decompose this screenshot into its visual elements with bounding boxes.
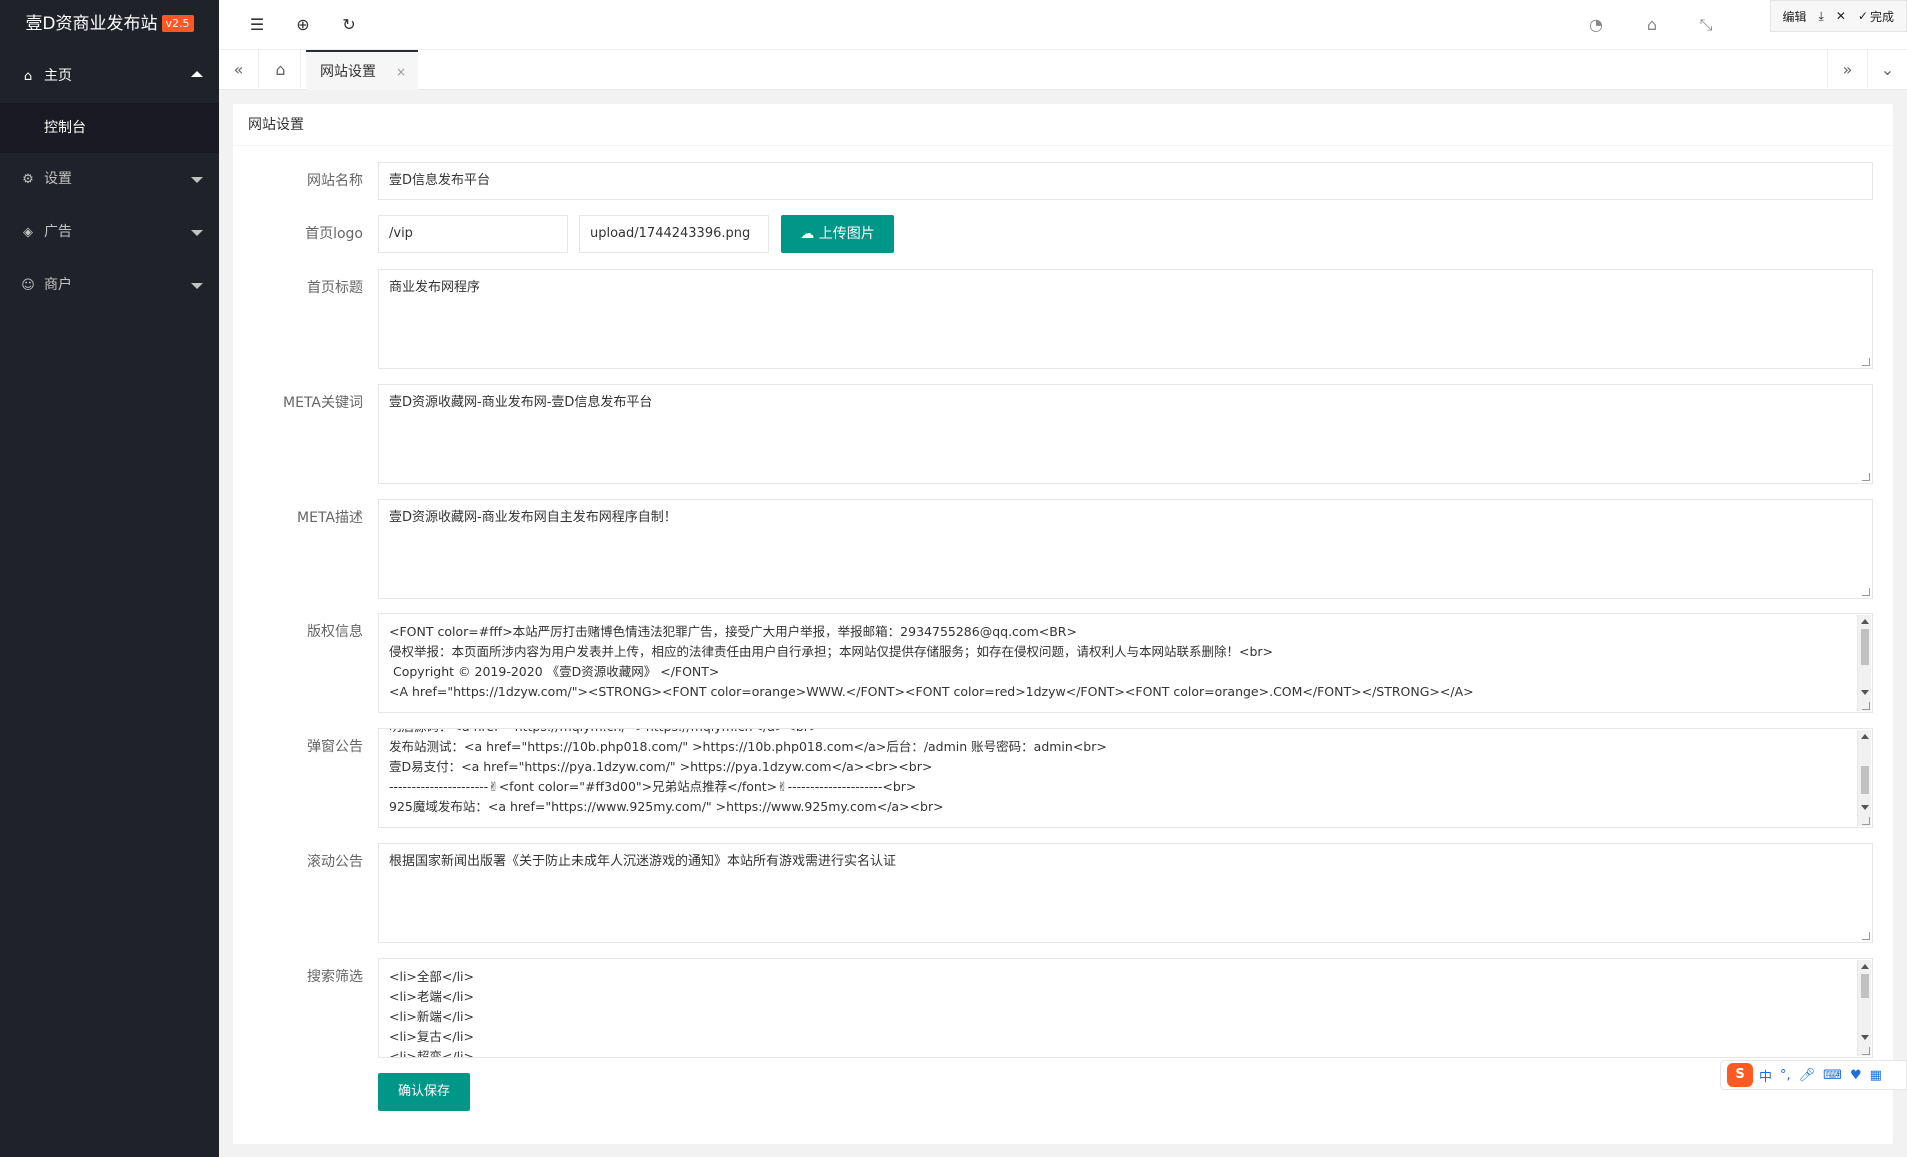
logo-label: 首页logo bbox=[305, 226, 363, 242]
tab-close-icon[interactable]: × bbox=[396, 52, 406, 92]
tabs-bar: « ⌂ 网站设置 × » ⌄ bbox=[219, 50, 1907, 90]
globe-icon[interactable]: ⊕ bbox=[291, 13, 315, 37]
scrollbar[interactable] bbox=[1857, 730, 1871, 826]
scrollbar[interactable] bbox=[1857, 615, 1871, 711]
tab-label: 网站设置 bbox=[320, 64, 376, 80]
resize-handle-icon[interactable] bbox=[1862, 1047, 1870, 1055]
cloud-upload-icon: ☁ bbox=[800, 226, 815, 242]
tag-icon[interactable]: ⌂ bbox=[1640, 13, 1664, 37]
resize-handle-icon[interactable] bbox=[1862, 473, 1870, 481]
sidebar-submenu-home: 控制台 bbox=[0, 103, 219, 153]
scroll-notice-label: 滚动公告 bbox=[307, 854, 363, 870]
refresh-icon[interactable]: ↻ bbox=[337, 13, 361, 37]
home-tab-icon[interactable]: ⌂ bbox=[261, 50, 301, 90]
site-name-label: 网站名称 bbox=[307, 173, 363, 189]
popup-notice-textarea[interactable]: 明后源码：<a href="https://mqlym.cn/" >https:… bbox=[378, 728, 1873, 828]
resize-handle-icon[interactable] bbox=[1862, 817, 1870, 825]
home-title-label: 首页标题 bbox=[307, 280, 363, 296]
copyright-label: 版权信息 bbox=[307, 624, 363, 640]
done-button[interactable]: 完成 bbox=[1870, 8, 1894, 25]
sidebar-item-ads[interactable]: ◈ 广告 bbox=[0, 206, 219, 259]
sidebar-item-settings[interactable]: ⚙ 设置 bbox=[0, 153, 219, 206]
ime-lang-toggle[interactable]: 中 bbox=[1759, 1066, 1772, 1085]
diamond-icon: ◈ bbox=[23, 225, 33, 240]
save-button[interactable]: 确认保存 bbox=[378, 1073, 470, 1111]
sidebar-item-label: 设置 bbox=[44, 171, 72, 187]
meta-keywords-textarea[interactable]: 壹D资源收藏网-商业发布网-壹D信息发布平台 bbox=[378, 384, 1873, 484]
search-filter-textarea[interactable]: <li>全部</li> <li>老端</li> <li>新端</li> <li>… bbox=[378, 958, 1873, 1058]
user-icon: ☺ bbox=[21, 278, 35, 293]
tab-site-settings[interactable]: 网站设置 × bbox=[306, 50, 418, 90]
ime-toolbar: S 中 °, 🎤︎ ⌨ ♥ ▦ bbox=[1720, 1060, 1907, 1090]
edit-button[interactable]: 编辑 bbox=[1783, 8, 1807, 25]
caret-down-icon bbox=[191, 283, 203, 289]
sidebar: 壹D资商业发布站 v2.5 ⌂ 主页 控制台 ⚙ 设置 ◈ 广告 ☺ 商户 bbox=[0, 0, 219, 1157]
caret-down-icon bbox=[191, 230, 203, 236]
version-badge: v2.5 bbox=[161, 15, 194, 32]
caret-up-icon bbox=[191, 71, 203, 77]
sidebar-item-label: 广告 bbox=[44, 224, 72, 240]
caret-down-icon bbox=[191, 177, 203, 183]
tabs-scroll-left-icon[interactable]: « bbox=[219, 50, 259, 90]
floating-toolbar: 编辑 ⤓ ✕ ✓ 完成 bbox=[1769, 0, 1907, 32]
close-icon[interactable]: ✕ bbox=[1836, 9, 1846, 23]
menu-toggle-icon[interactable]: ☰ bbox=[245, 13, 269, 37]
home-title-textarea[interactable]: 商业发布网程序 bbox=[378, 269, 1873, 369]
meta-desc-textarea[interactable]: 壹D资源收藏网-商业发布网自主发布网程序自制！ bbox=[378, 499, 1873, 599]
theme-palette-icon[interactable]: ◔ bbox=[1584, 13, 1608, 37]
site-name-input[interactable] bbox=[378, 162, 1873, 200]
resize-handle-icon[interactable] bbox=[1862, 358, 1870, 366]
sidebar-item-label: 主页 bbox=[44, 68, 72, 84]
gear-icon: ⚙ bbox=[22, 172, 34, 187]
check-icon[interactable]: ✓ bbox=[1858, 9, 1868, 23]
fullscreen-icon[interactable]: ⤡ bbox=[1694, 13, 1718, 37]
sogou-logo-icon[interactable]: S bbox=[1727, 1063, 1753, 1087]
skin-icon[interactable]: ♥ bbox=[1850, 1068, 1862, 1083]
meta-keywords-label: META关键词 bbox=[283, 395, 363, 411]
logo-prefix-input[interactable] bbox=[378, 215, 568, 253]
sidebar-subitem-console[interactable]: 控制台 bbox=[0, 103, 219, 153]
resize-handle-icon[interactable] bbox=[1862, 932, 1870, 940]
brand: 壹D资商业发布站 v2.5 bbox=[0, 0, 219, 50]
sidebar-item-merchants[interactable]: ☺ 商户 bbox=[0, 259, 219, 312]
settings-card: 网站设置 网站名称 首页logo ☁ 上传图片 首页标题 商业发布网程序 MET… bbox=[233, 104, 1893, 1144]
copyright-textarea[interactable]: <FONT color=#fff>本站严厉打击赌博色情违法犯罪广告，接受广大用户… bbox=[378, 613, 1873, 713]
sidebar-item-home[interactable]: ⌂ 主页 bbox=[0, 50, 219, 103]
apps-grid-icon[interactable]: ▦ bbox=[1870, 1068, 1882, 1083]
card-title: 网站设置 bbox=[233, 104, 1893, 146]
home-icon: ⌂ bbox=[23, 69, 33, 84]
resize-handle-icon[interactable] bbox=[1862, 588, 1870, 596]
tabs-scroll-right-icon[interactable]: » bbox=[1827, 50, 1867, 90]
resize-handle-icon[interactable] bbox=[1862, 702, 1870, 710]
punctuation-icon[interactable]: °, bbox=[1780, 1068, 1791, 1083]
brand-title: 壹D资商业发布站 bbox=[25, 14, 158, 34]
top-header: ☰ ⊕ ↻ ◔ ⌂ ⤡ 编辑 ⤓ ✕ ✓ 完成 bbox=[219, 0, 1907, 50]
microphone-icon[interactable]: 🎤︎ bbox=[1799, 1068, 1816, 1083]
scrollbar[interactable] bbox=[1857, 960, 1871, 1056]
keyboard-icon[interactable]: ⌨ bbox=[1823, 1068, 1842, 1083]
upload-image-button[interactable]: ☁ 上传图片 bbox=[781, 215, 894, 253]
sidebar-item-label: 商户 bbox=[44, 277, 72, 293]
tabs-menu-chevron-down-icon[interactable]: ⌄ bbox=[1867, 50, 1907, 90]
search-filter-label: 搜索筛选 bbox=[307, 969, 363, 985]
popup-notice-label: 弹窗公告 bbox=[307, 739, 363, 755]
logo-path-input[interactable] bbox=[579, 215, 769, 253]
download-icon[interactable]: ⤓ bbox=[1819, 9, 1824, 24]
scroll-notice-textarea[interactable]: 根据国家新闻出版署《关于防止未成年人沉迷游戏的通知》本站所有游戏需进行实名认证 bbox=[378, 843, 1873, 943]
meta-desc-label: META描述 bbox=[297, 510, 363, 526]
